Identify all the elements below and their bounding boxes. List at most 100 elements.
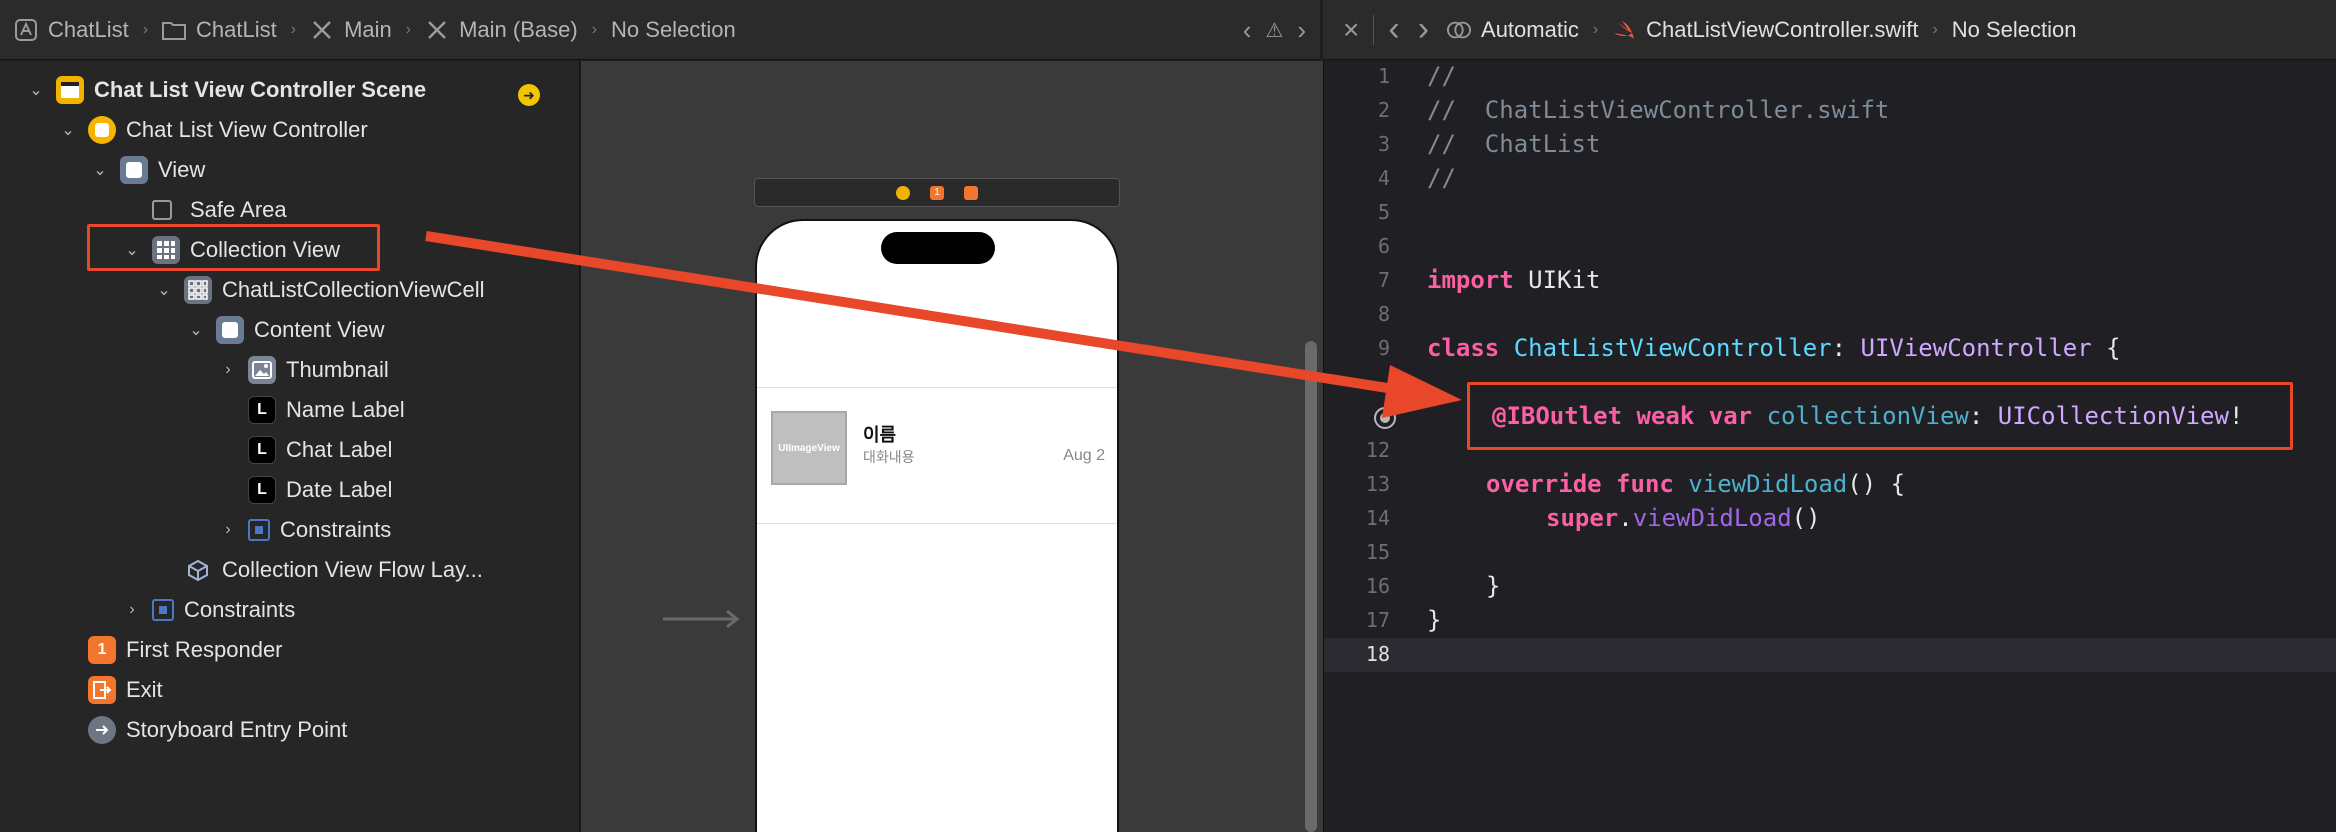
forward-arrow-icon[interactable]: › <box>1418 10 1429 49</box>
chevron-down-icon[interactable]: ⌄ <box>184 320 208 340</box>
storyboard-canvas[interactable]: 1 UIImageView 이름 대화내용 Aug 2 <box>581 61 1323 832</box>
outline-item-date-label[interactable]: L Date Label <box>248 470 392 510</box>
outline-item-exit[interactable]: Exit <box>88 670 163 710</box>
arrow-badge-icon[interactable]: ➜ <box>518 84 540 106</box>
outline-item-chat-label[interactable]: L Chat Label <box>248 430 392 470</box>
breadcrumb-automatic[interactable]: Automatic <box>1447 17 1579 43</box>
outline-item-cell[interactable]: ⌄ ChatListCollectionViewCell <box>152 270 485 310</box>
first-responder-icon[interactable]: 1 <box>930 185 944 200</box>
outline-item-first-responder[interactable]: 1 First Responder <box>88 630 283 670</box>
breadcrumb-storyboard-base[interactable]: Main (Base) <box>425 17 578 43</box>
breadcrumb-project[interactable]: ChatList <box>14 17 129 43</box>
related-items-icon <box>1447 18 1472 42</box>
chevron-down-icon[interactable]: ⌄ <box>88 160 112 180</box>
outline-label: Chat List View Controller <box>126 117 368 142</box>
code-line: } <box>1486 572 1501 600</box>
code-keyword: import <box>1427 266 1514 294</box>
breadcrumb-folder[interactable]: ChatList <box>162 17 277 43</box>
date-label[interactable]: Aug 2 <box>1063 447 1105 465</box>
outline-item-content-view[interactable]: ⌄ Content View <box>184 310 384 350</box>
code-line: } <box>1427 606 1442 634</box>
dynamic-island <box>881 232 995 264</box>
breadcrumb-label: Automatic <box>1481 16 1579 42</box>
iphone-scene[interactable]: UIImageView 이름 대화내용 Aug 2 <box>755 219 1119 832</box>
swift-icon <box>1612 18 1636 42</box>
line-number: 1 <box>1377 64 1390 88</box>
outline-item-constraints-outer[interactable]: › Constraints <box>120 590 295 630</box>
outlet-connection-icon[interactable] <box>1374 407 1396 429</box>
chevron-left-icon[interactable]: ‹ <box>1243 15 1252 46</box>
close-icon[interactable]: × <box>1343 14 1359 46</box>
name-label[interactable]: 이름 <box>863 421 896 447</box>
chevron-right-icon[interactable]: › <box>1297 15 1306 46</box>
breadcrumb-separator: › <box>1932 20 1938 38</box>
back-arrow-icon[interactable]: ‹ <box>1388 10 1399 49</box>
view-controller-icon[interactable] <box>896 185 910 200</box>
outline-label: Chat Label <box>286 437 393 462</box>
code-line: // ChatListViewController.swift <box>1427 96 1890 124</box>
code-line: // <box>1427 62 1456 90</box>
warning-icon[interactable]: ⚠ <box>1265 18 1283 43</box>
line-number: 17 <box>1365 608 1390 632</box>
outline-item-name-label[interactable]: L Name Label <box>248 390 405 430</box>
code-keyword: class <box>1427 334 1500 362</box>
breadcrumb-file[interactable]: ChatListViewController.swift <box>1612 17 1918 43</box>
outline-item-entry-point[interactable]: Storyboard Entry Point <box>88 710 347 750</box>
code-punct: { <box>2091 334 2121 362</box>
chevron-right-icon[interactable]: › <box>216 521 240 539</box>
outline-item-scene[interactable]: ⌄ Chat List View Controller Scene ➜ <box>24 70 580 110</box>
line-number: 13 <box>1365 472 1390 496</box>
code-punct: () { <box>1847 470 1906 498</box>
canvas-scrollbar[interactable] <box>1305 341 1317 832</box>
constraints-icon <box>248 519 270 541</box>
constraints-icon <box>152 599 174 621</box>
chevron-down-icon[interactable]: ⌄ <box>24 80 48 100</box>
chevron-down-icon[interactable]: ⌄ <box>56 120 80 140</box>
line-number: 9 <box>1377 336 1390 360</box>
exit-icon[interactable] <box>964 185 978 200</box>
chat-label[interactable]: 대화내용 <box>863 447 915 467</box>
code-type: UIKit <box>1528 266 1601 294</box>
chevron-down-icon[interactable]: ⌄ <box>152 280 176 300</box>
chevron-right-icon[interactable]: › <box>216 361 240 379</box>
chevron-right-icon[interactable]: › <box>120 601 144 619</box>
project-icon <box>14 18 38 42</box>
code-line: override func viewDidLoad() { <box>1486 470 1905 498</box>
outline-label: Content View <box>254 317 385 342</box>
breadcrumb-storyboard[interactable]: Main <box>310 17 392 43</box>
thumbnail-image-view[interactable]: UIImageView <box>771 411 847 485</box>
current-line-highlight <box>1324 638 2336 672</box>
breadcrumb-separator: › <box>591 20 598 38</box>
breadcrumb-selection[interactable]: No Selection <box>611 17 736 43</box>
breadcrumb-label: ChatListViewController.swift <box>1646 16 1919 42</box>
line-number: 14 <box>1365 506 1390 530</box>
scene-dock[interactable]: 1 <box>754 178 1120 207</box>
safe-area-icon <box>152 200 172 220</box>
breadcrumb-label: No Selection <box>611 16 736 42</box>
outline-item-view-controller[interactable]: ⌄ Chat List View Controller <box>56 110 368 150</box>
code-punct: () <box>1791 504 1821 532</box>
code-line: import UIKit <box>1427 266 1600 294</box>
outline-label: Collection View Flow Lay... <box>222 557 483 582</box>
outline-item-constraints[interactable]: › Constraints <box>216 510 391 550</box>
label-icon: L <box>248 476 276 504</box>
line-number: 5 <box>1377 200 1390 224</box>
code-line: class ChatListViewController: UIViewCont… <box>1427 334 2121 362</box>
cube-icon <box>184 556 212 584</box>
storyboard-icon <box>310 18 334 42</box>
image-view-icon <box>248 356 276 384</box>
outline-item-flow-layout[interactable]: Collection View Flow Lay... <box>184 550 483 590</box>
view-icon <box>216 316 244 344</box>
line-number: 4 <box>1377 166 1390 190</box>
breadcrumb-selection[interactable]: No Selection <box>1952 17 2077 43</box>
breadcrumb-separator: › <box>405 20 412 38</box>
entry-point-arrow-icon[interactable] <box>661 609 741 629</box>
code-function-name: viewDidLoad <box>1688 470 1848 498</box>
line-number: 8 <box>1377 302 1390 326</box>
outline-item-thumbnail[interactable]: › Thumbnail <box>216 350 389 390</box>
outline-item-view[interactable]: ⌄ View <box>88 150 205 190</box>
cell-divider <box>757 387 1117 388</box>
line-number: 12 <box>1365 438 1390 462</box>
scene-icon <box>56 76 84 104</box>
breadcrumb-label: ChatList <box>48 16 129 42</box>
